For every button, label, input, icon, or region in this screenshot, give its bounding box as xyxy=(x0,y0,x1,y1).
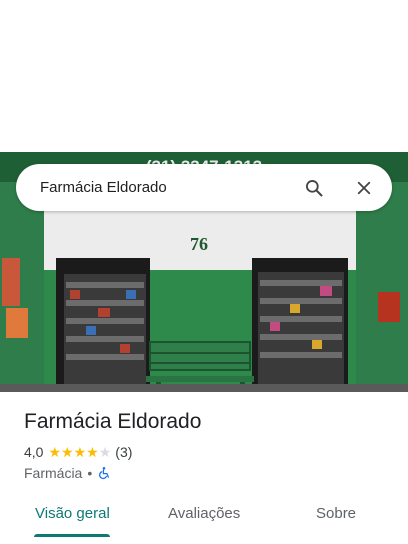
rating-row[interactable]: 4,0 ★ ★ ★ ★ ★ (3) xyxy=(24,444,132,460)
search-bar[interactable]: Farmácia Eldorado xyxy=(16,164,392,211)
star-icon: ★ xyxy=(98,444,112,460)
rating-value: 4,0 xyxy=(24,444,44,460)
place-title: Farmácia Eldorado xyxy=(24,410,202,433)
wheelchair-icon xyxy=(97,466,111,480)
place-category: Farmácia xyxy=(24,465,83,481)
star-icon: ★ xyxy=(86,444,99,460)
blank-area xyxy=(0,0,408,152)
tab-bar: Visão geral Avaliações Sobre xyxy=(0,500,408,544)
star-icon: ★ xyxy=(48,444,62,460)
active-tab-indicator xyxy=(34,534,110,537)
star-icon: ★ xyxy=(61,444,74,460)
search-input[interactable]: Farmácia Eldorado xyxy=(40,179,300,196)
separator-dot: • xyxy=(87,465,93,481)
star-icon: ★ xyxy=(73,444,87,460)
category-row: Farmácia • xyxy=(24,465,111,481)
tab-about[interactable]: Sobre xyxy=(316,505,356,522)
tab-reviews[interactable]: Avaliações xyxy=(168,505,240,522)
street-number-text: 76 xyxy=(190,234,208,254)
review-count[interactable]: (3) xyxy=(115,444,132,460)
search-icon[interactable] xyxy=(300,174,328,202)
close-icon[interactable] xyxy=(350,174,378,202)
tab-overview[interactable]: Visão geral xyxy=(35,505,110,522)
rating-stars: ★ ★ ★ ★ ★ xyxy=(48,445,111,459)
